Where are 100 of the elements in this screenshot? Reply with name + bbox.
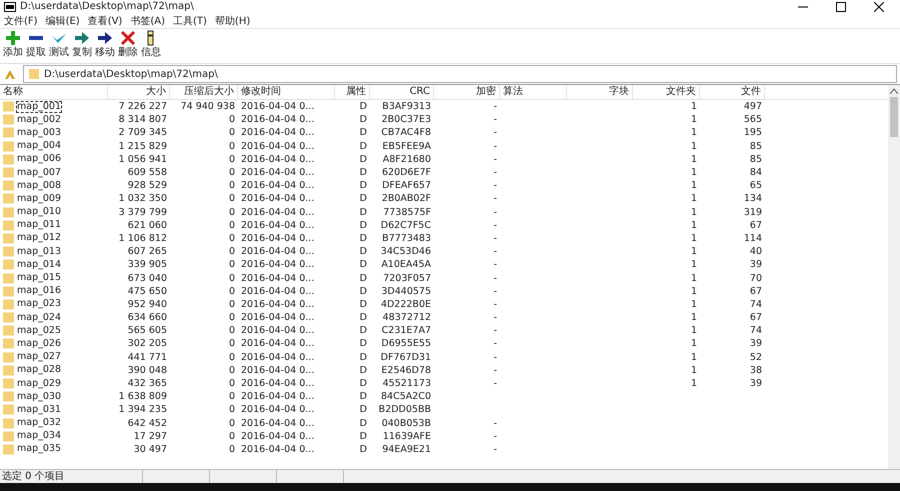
menu-item[interactable]: 书签(A) bbox=[130, 14, 165, 28]
toolbar-button[interactable]: 信息 bbox=[140, 30, 162, 62]
table-cell: 39 bbox=[750, 258, 762, 272]
file-name[interactable]: map_023 bbox=[16, 298, 62, 310]
table-cell: 0 bbox=[228, 403, 235, 416]
file-name[interactable]: map_010 bbox=[16, 206, 62, 218]
file-name[interactable]: map_002 bbox=[16, 114, 62, 126]
menu-item[interactable]: 文件(F) bbox=[4, 14, 38, 28]
table-cell: 319 bbox=[744, 206, 762, 219]
file-name[interactable]: map_008 bbox=[16, 180, 62, 192]
column-header[interactable]: 属性 bbox=[335, 85, 370, 99]
file-name[interactable]: map_004 bbox=[16, 140, 62, 152]
menu-item[interactable]: 帮助(H) bbox=[214, 14, 250, 28]
table-cell: - bbox=[494, 126, 497, 140]
table-cell: 48372712 bbox=[382, 311, 431, 324]
table-cell: 2016-04-04 0... bbox=[241, 403, 314, 416]
column-header[interactable]: 加密 bbox=[434, 85, 500, 99]
file-name[interactable]: map_024 bbox=[16, 312, 62, 324]
file-name[interactable]: map_028 bbox=[16, 364, 62, 376]
table-cell: 620D6E7F bbox=[382, 166, 431, 180]
table-cell: 2016-04-04 0... bbox=[241, 298, 314, 311]
toolbar-button[interactable]: 复制 bbox=[71, 30, 93, 62]
column-header[interactable]: 大小 bbox=[108, 85, 170, 99]
folder-icon bbox=[3, 352, 14, 363]
table-cell: 952 940 bbox=[128, 298, 167, 311]
scroll-up-icon[interactable] bbox=[890, 88, 898, 94]
window-title: D:\userdata\Desktop\map\72\map\ bbox=[20, 1, 194, 13]
toolbar-button[interactable]: 添加 bbox=[2, 30, 24, 62]
table-cell: D bbox=[360, 403, 367, 416]
file-name[interactable]: map_026 bbox=[16, 338, 62, 350]
toolbar-button[interactable]: 删除 bbox=[117, 30, 139, 62]
menu-item[interactable]: 查看(V) bbox=[88, 14, 122, 28]
file-name[interactable]: map_012 bbox=[16, 232, 62, 244]
file-name[interactable]: map_014 bbox=[16, 258, 62, 271]
column-header[interactable]: 字块 bbox=[567, 85, 633, 99]
table-cell: 1 bbox=[690, 192, 697, 206]
table-cell: 0 bbox=[228, 390, 235, 404]
file-name[interactable]: map_016 bbox=[16, 285, 62, 298]
file-name[interactable]: map_015 bbox=[16, 272, 62, 284]
file-name[interactable]: map_001 bbox=[16, 100, 62, 113]
table-cell: 1 bbox=[690, 350, 697, 364]
table-cell: 0 bbox=[228, 113, 235, 126]
table-cell: 928 529 bbox=[128, 179, 167, 192]
table-cell: 1 bbox=[690, 324, 697, 338]
table-cell: 1 bbox=[690, 218, 697, 232]
column-header[interactable]: CRC bbox=[370, 85, 434, 99]
table-cell: 2016-04-04 0... bbox=[241, 152, 314, 166]
table-cell: 634 660 bbox=[128, 311, 167, 324]
file-name[interactable]: map_025 bbox=[16, 324, 62, 337]
file-name[interactable]: map_029 bbox=[16, 378, 62, 390]
table-cell: 1 bbox=[690, 245, 697, 258]
column-header[interactable]: 文件夹 bbox=[633, 85, 700, 99]
table-cell: 2016-04-04 0... bbox=[241, 126, 314, 140]
file-name[interactable]: map_011 bbox=[16, 219, 62, 232]
folder-icon bbox=[3, 378, 14, 390]
maximize-icon[interactable] bbox=[836, 2, 846, 12]
table-cell: 94EA9E21 bbox=[382, 442, 431, 456]
file-name[interactable]: map_006 bbox=[16, 153, 62, 166]
table-cell: A8F21680 bbox=[382, 152, 431, 166]
file-name[interactable]: map_030 bbox=[16, 390, 62, 403]
table-cell: 0 bbox=[228, 166, 235, 180]
column-header[interactable]: 压缩后大小 bbox=[170, 85, 238, 99]
table-cell: 3 379 799 bbox=[118, 206, 167, 219]
table-cell: 0 bbox=[228, 284, 235, 298]
file-name[interactable]: map_007 bbox=[16, 166, 62, 179]
table-cell: 2016-04-04 0... bbox=[241, 324, 314, 338]
table-cell: 0 bbox=[228, 140, 235, 153]
table-cell: 1 bbox=[690, 140, 697, 153]
column-header[interactable]: 修改时间 bbox=[238, 85, 335, 99]
table-cell: D bbox=[360, 350, 367, 364]
file-name[interactable]: map_032 bbox=[16, 417, 62, 430]
table-cell: 040B053B bbox=[382, 416, 431, 430]
file-name[interactable]: map_027 bbox=[16, 351, 62, 364]
arrow-icon bbox=[97, 30, 113, 46]
column-header[interactable]: 名称 bbox=[0, 85, 108, 99]
table-cell: 0 bbox=[228, 232, 235, 245]
file-name[interactable]: map_031 bbox=[16, 404, 62, 416]
table-cell: 85 bbox=[750, 152, 762, 166]
table-cell: 74 bbox=[750, 324, 762, 338]
table-cell: - bbox=[494, 430, 497, 443]
file-name[interactable]: map_009 bbox=[16, 192, 62, 205]
menu-item[interactable]: 编辑(E) bbox=[46, 14, 80, 28]
table-cell: - bbox=[494, 166, 497, 180]
toolbar-button[interactable]: 测试 bbox=[48, 30, 70, 62]
table-cell: 195 bbox=[744, 126, 762, 140]
file-name[interactable]: map_035 bbox=[16, 443, 62, 456]
file-name[interactable]: map_013 bbox=[16, 246, 62, 258]
close-icon[interactable] bbox=[874, 2, 884, 12]
address-field[interactable]: D:\userdata\Desktop\map\72\map\ bbox=[23, 65, 897, 83]
table-cell: 0 bbox=[228, 350, 235, 364]
table-cell: - bbox=[494, 206, 497, 219]
scrollbar-thumb[interactable] bbox=[890, 97, 898, 137]
toolbar-button[interactable]: 提取 bbox=[25, 30, 47, 62]
file-name[interactable]: map_034 bbox=[16, 430, 62, 442]
column-header[interactable]: 算法 bbox=[500, 85, 567, 99]
toolbar-button[interactable]: 移动 bbox=[94, 30, 116, 62]
menu-item[interactable]: 工具(T) bbox=[173, 14, 207, 28]
column-header[interactable]: 文件 bbox=[700, 85, 765, 99]
folder-icon bbox=[3, 154, 14, 165]
file-name[interactable]: map_003 bbox=[16, 126, 62, 139]
